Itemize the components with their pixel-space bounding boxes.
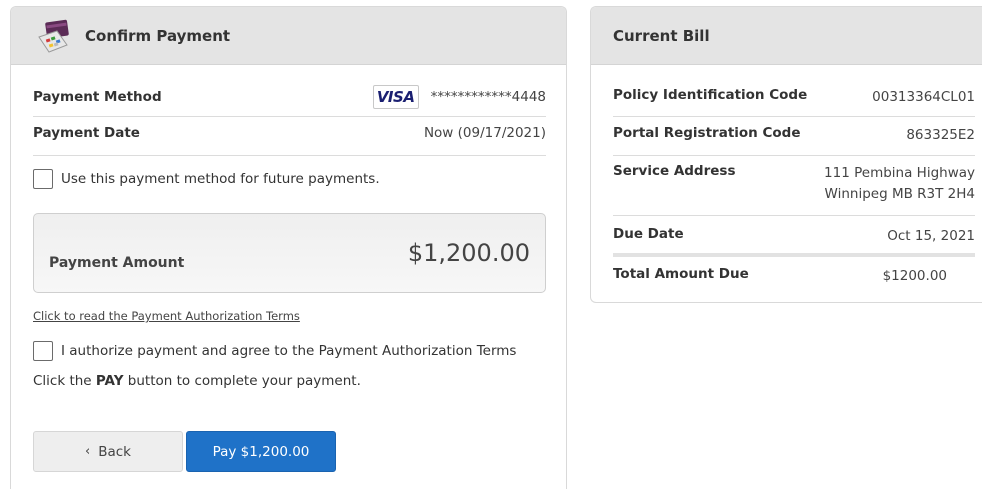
portal-code-value: 863325E2 xyxy=(906,127,975,143)
payment-date-value: Now (09/17/2021) xyxy=(423,125,546,141)
portal-code-label: Portal Registration Code xyxy=(613,125,801,141)
due-date-row: Due Date Oct 15, 2021 xyxy=(613,226,975,247)
future-payments-label: Use this payment method for future payme… xyxy=(61,171,380,187)
visa-logo-icon: VISA xyxy=(372,85,419,109)
total-due-row: Total Amount Due $1200.00 xyxy=(613,266,975,287)
authorize-option: I authorize payment and agree to the Pay… xyxy=(33,341,516,361)
pay-button[interactable]: Pay $1,200.00 xyxy=(186,431,336,472)
policy-id-label: Policy Identification Code xyxy=(613,87,808,103)
divider xyxy=(613,155,975,156)
confirm-payment-title: Confirm Payment xyxy=(85,26,231,45)
payment-amount-label: Payment Amount xyxy=(49,255,185,271)
divider xyxy=(33,155,546,156)
payment-terms-link[interactable]: Click to read the Payment Authorization … xyxy=(33,309,300,323)
payment-method-label: Payment Method xyxy=(33,89,162,105)
service-address-value: 111 Pembina Highway Winnipeg MB R3T 2H4 xyxy=(824,165,975,202)
payment-amount-value: $1,200.00 xyxy=(407,239,530,267)
policy-id-row: Policy Identification Code 00313364CL01 xyxy=(613,87,975,108)
back-button-label: Back xyxy=(98,443,131,460)
service-address-label: Service Address xyxy=(613,163,736,179)
payment-method-value: VISA ************4448 xyxy=(372,85,546,109)
future-payments-option: Use this payment method for future payme… xyxy=(33,169,380,189)
payment-date-row: Payment Date Now (09/17/2021) xyxy=(33,125,546,141)
total-due-label: Total Amount Due xyxy=(613,266,749,282)
due-date-label: Due Date xyxy=(613,226,684,242)
current-bill-panel: Current Bill Policy Identification Code … xyxy=(590,6,982,303)
divider xyxy=(613,253,975,257)
confirm-payment-header: Confirm Payment xyxy=(11,7,566,65)
pay-button-label: Pay $1,200.00 xyxy=(212,443,310,460)
back-button[interactable]: ‹ Back xyxy=(33,431,183,472)
divider xyxy=(33,116,546,117)
current-bill-header: Current Bill xyxy=(591,7,982,65)
current-bill-title: Current Bill xyxy=(613,26,710,45)
pay-instruction: Click the PAY button to complete your pa… xyxy=(33,373,361,389)
chevron-left-icon: ‹ xyxy=(85,444,91,459)
due-date-value: Oct 15, 2021 xyxy=(887,228,975,244)
policy-id-value: 00313364CL01 xyxy=(872,89,975,105)
payment-date-label: Payment Date xyxy=(33,125,140,141)
service-address-row: Service Address 111 Pembina Highway Winn… xyxy=(613,163,975,205)
divider xyxy=(613,215,975,216)
portal-code-row: Portal Registration Code 863325E2 xyxy=(613,125,975,146)
total-due-value: $1200.00 xyxy=(882,268,947,284)
card-number: ************4448 xyxy=(430,89,546,105)
payment-terminal-icon xyxy=(37,19,71,53)
divider xyxy=(613,116,975,117)
payment-method-row: Payment Method VISA ************4448 xyxy=(33,85,546,109)
payment-amount-box: Payment Amount $1,200.00 xyxy=(33,213,546,293)
future-payments-checkbox[interactable] xyxy=(33,169,53,189)
confirm-payment-panel: Confirm Payment Payment Method VISA ****… xyxy=(10,6,567,489)
authorize-label: I authorize payment and agree to the Pay… xyxy=(61,343,517,359)
authorize-checkbox[interactable] xyxy=(33,341,53,361)
